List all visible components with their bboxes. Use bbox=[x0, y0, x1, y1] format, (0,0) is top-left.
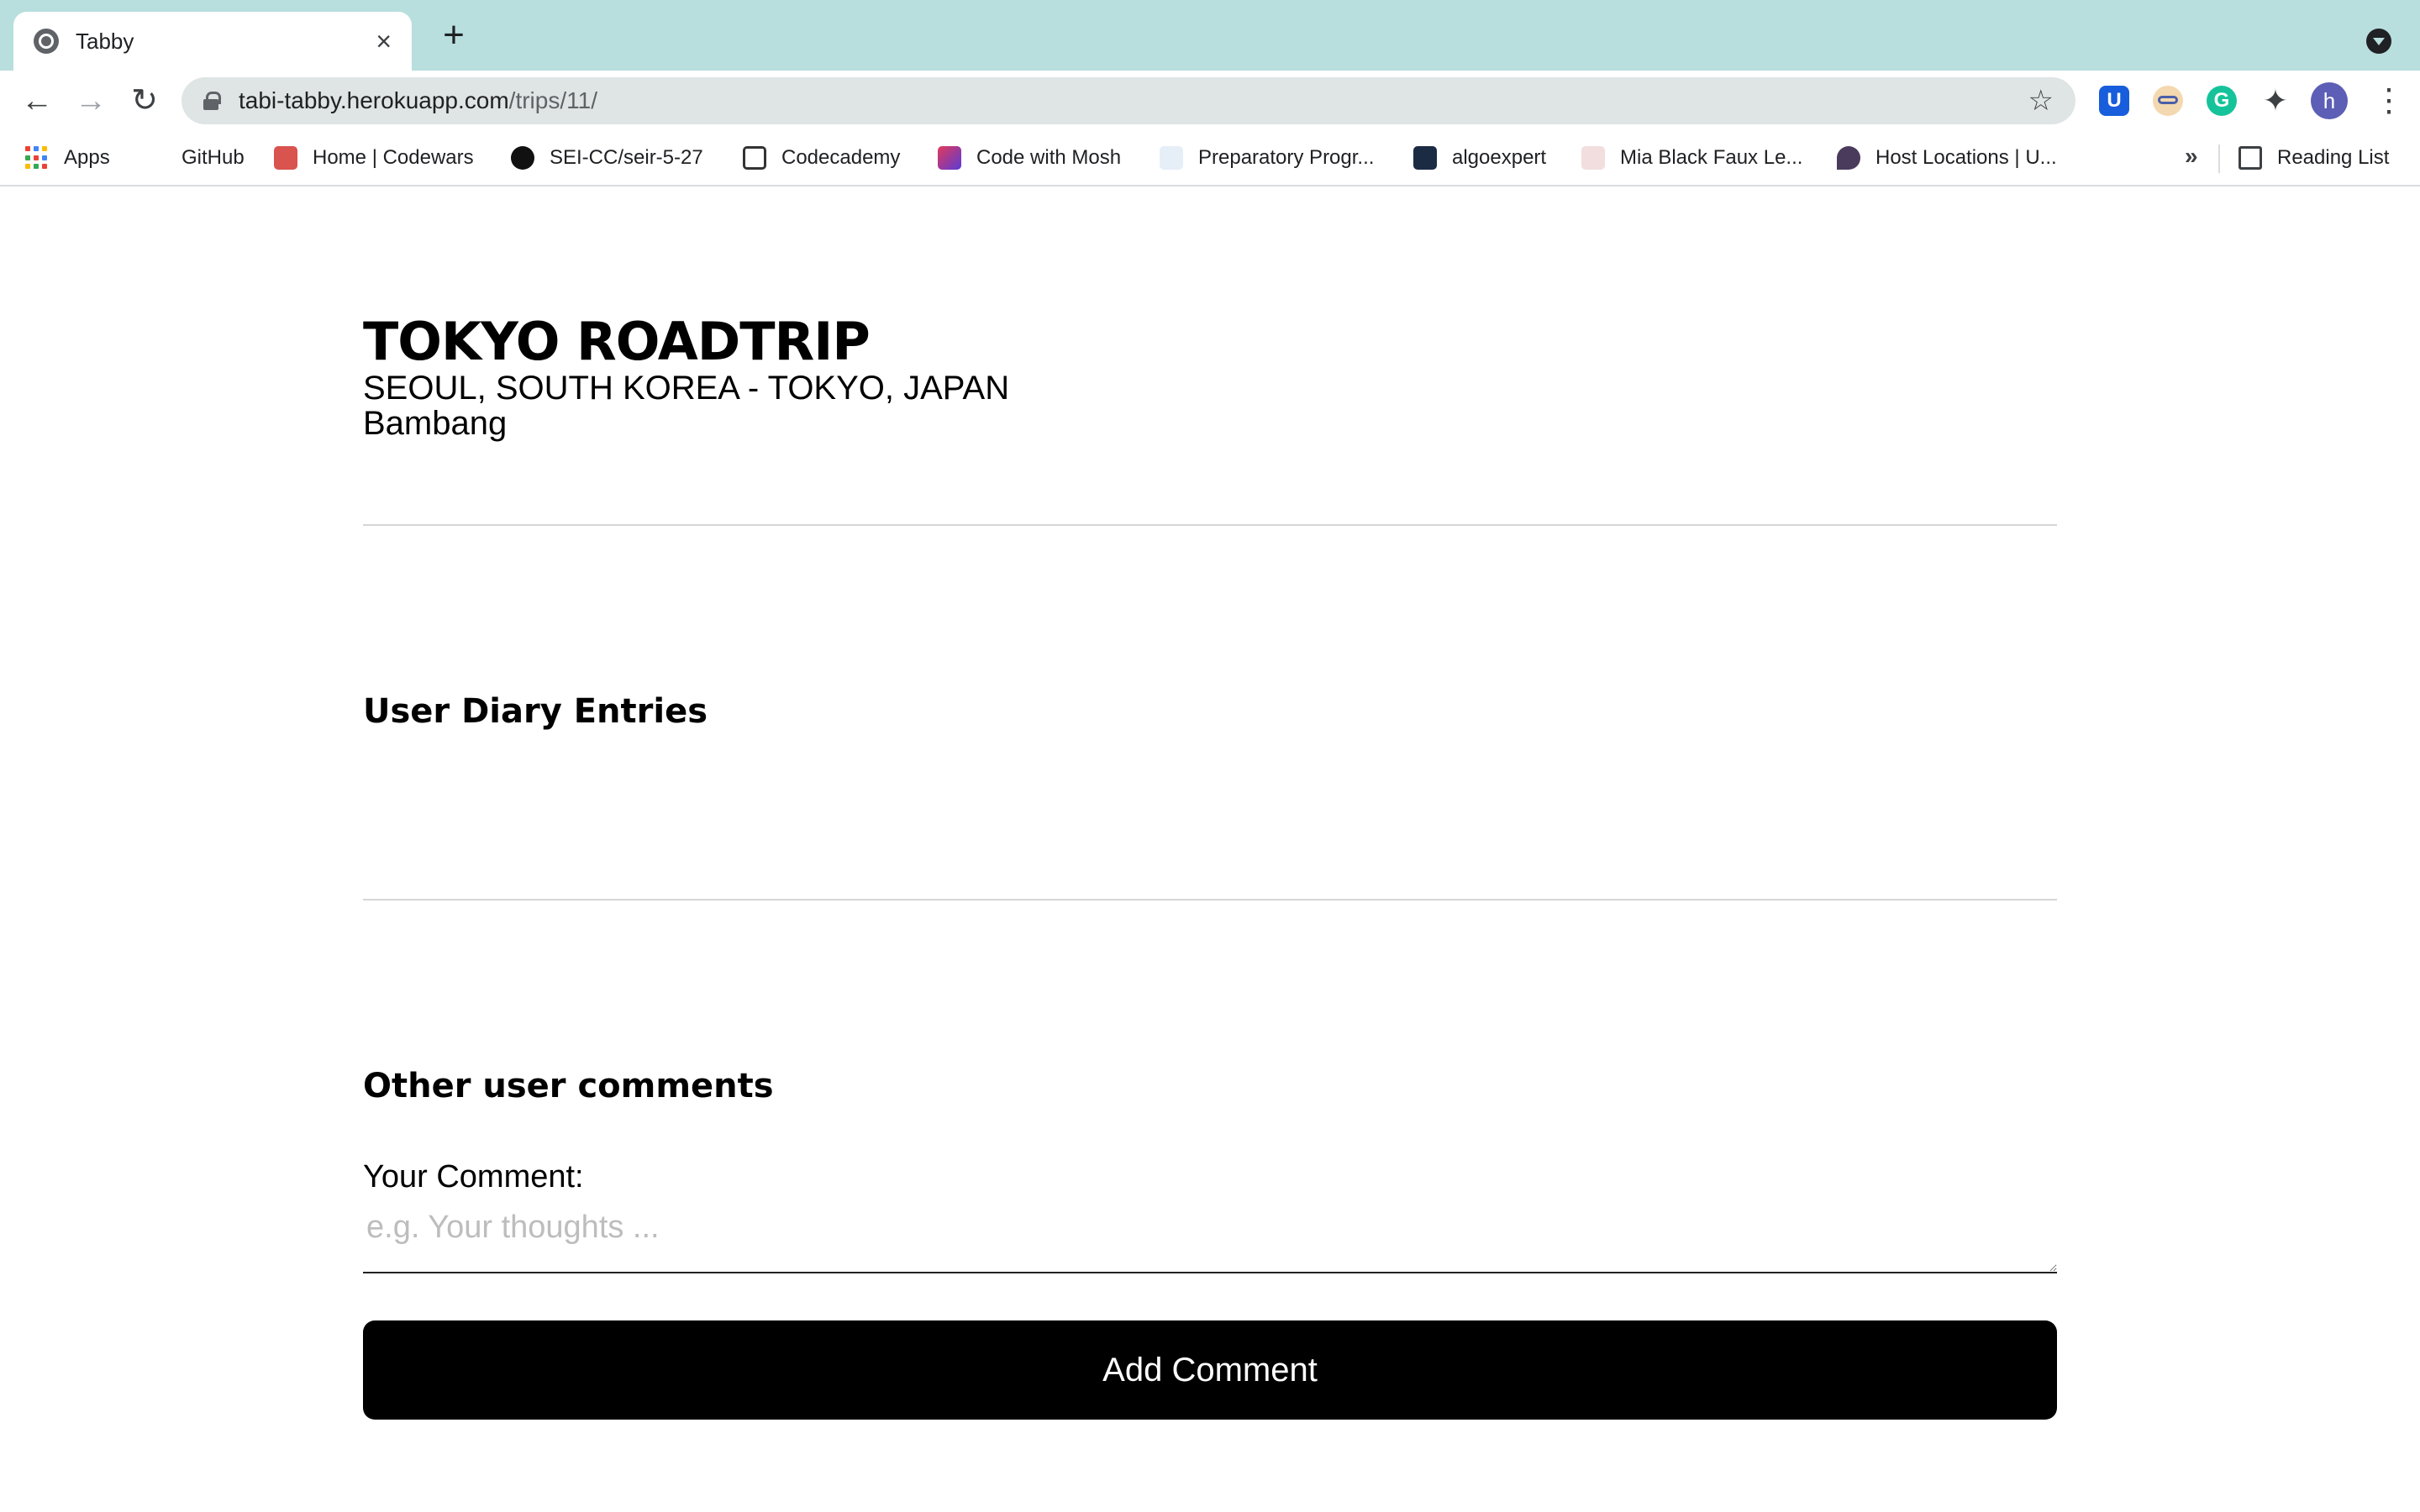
tab-strip: Tabby × + bbox=[0, 0, 2420, 71]
apps-grid-icon bbox=[25, 146, 49, 170]
bookmark-github[interactable]: GitHub bbox=[143, 143, 245, 173]
bitwarden-extension-icon[interactable]: U bbox=[2099, 86, 2129, 116]
bookmark-sei-cc[interactable]: SEI-CC/seir-5-27 bbox=[511, 143, 703, 173]
bookmark-apps[interactable]: Apps bbox=[25, 143, 110, 173]
lock-icon[interactable] bbox=[203, 92, 221, 110]
bookmark-codewars[interactable]: Home | Codewars bbox=[274, 143, 474, 173]
profile-avatar[interactable]: h bbox=[2311, 82, 2348, 119]
trip-route: SEOUL, SOUTH KOREA - TOKYO, JAPAN bbox=[363, 370, 1010, 407]
github-icon bbox=[143, 146, 166, 170]
add-comment-button[interactable]: Add Comment bbox=[363, 1320, 2057, 1420]
forward-arrow-icon[interactable]: → bbox=[72, 82, 109, 119]
diary-entries-heading: User Diary Entries bbox=[363, 692, 708, 731]
url-text[interactable]: tabi-tabby.herokuapp.com/trips/11/ bbox=[239, 87, 2028, 114]
algoexpert-icon bbox=[1413, 146, 1437, 170]
tab-title: Tabby bbox=[76, 28, 134, 54]
section-divider bbox=[363, 524, 2057, 526]
bookmark-host-locations[interactable]: Host Locations | U... bbox=[1837, 143, 2057, 173]
github-icon bbox=[511, 146, 534, 170]
address-bar[interactable]: tabi-tabby.herokuapp.com/trips/11/ ☆ bbox=[182, 77, 2075, 124]
bookmarks-bar: Apps GitHub Home | Codewars SEI-CC/seir-… bbox=[0, 131, 2420, 186]
browser-tab[interactable]: Tabby × bbox=[13, 12, 412, 71]
codewars-icon bbox=[274, 146, 297, 170]
kebab-menu-icon[interactable]: ⋮ bbox=[2373, 82, 2405, 119]
tab-search-icon[interactable] bbox=[2366, 29, 2391, 54]
trip-title: TOKYO ROADTRIP bbox=[363, 311, 871, 372]
glasses-extension-icon[interactable] bbox=[2153, 86, 2183, 116]
bookmarks-divider bbox=[2218, 144, 2220, 173]
bookmark-star-icon[interactable]: ☆ bbox=[2028, 84, 2054, 118]
new-tab-button[interactable]: + bbox=[437, 17, 471, 54]
grammarly-extension-icon[interactable]: G bbox=[2207, 86, 2237, 116]
bookmark-code-with-mosh[interactable]: Code with Mosh bbox=[938, 143, 1121, 173]
shop-icon bbox=[1581, 146, 1605, 170]
browser-toolbar: ← → ↻ tabi-tabby.herokuapp.com/trips/11/… bbox=[0, 71, 2420, 131]
section-divider bbox=[363, 899, 2057, 900]
bookmark-mia-black[interactable]: Mia Black Faux Le... bbox=[1581, 143, 1802, 173]
mosh-icon bbox=[938, 146, 961, 170]
location-pin-icon bbox=[1837, 146, 1860, 170]
back-arrow-icon[interactable]: ← bbox=[18, 82, 55, 119]
reload-icon[interactable]: ↻ bbox=[126, 82, 163, 119]
codecademy-icon bbox=[743, 146, 766, 170]
close-icon[interactable]: × bbox=[376, 28, 392, 55]
globe-icon bbox=[34, 29, 59, 54]
bookmarks-overflow-button[interactable]: » bbox=[2185, 143, 2198, 170]
reading-list-button[interactable]: Reading List bbox=[2238, 143, 2389, 173]
comment-textarea[interactable] bbox=[363, 1194, 2057, 1273]
comment-label: Your Comment: bbox=[363, 1159, 584, 1194]
preparatory-icon bbox=[1160, 146, 1183, 170]
reading-list-icon bbox=[2238, 146, 2262, 170]
trip-user: Bambang bbox=[363, 405, 508, 442]
bookmark-codecademy[interactable]: Codecademy bbox=[743, 143, 900, 173]
extensions-puzzle-icon[interactable]: ✦ bbox=[2260, 86, 2291, 116]
comments-heading: Other user comments bbox=[363, 1067, 774, 1105]
bookmark-algoexpert[interactable]: algoexpert bbox=[1413, 143, 1546, 173]
bookmark-preparatory[interactable]: Preparatory Progr... bbox=[1160, 143, 1374, 173]
